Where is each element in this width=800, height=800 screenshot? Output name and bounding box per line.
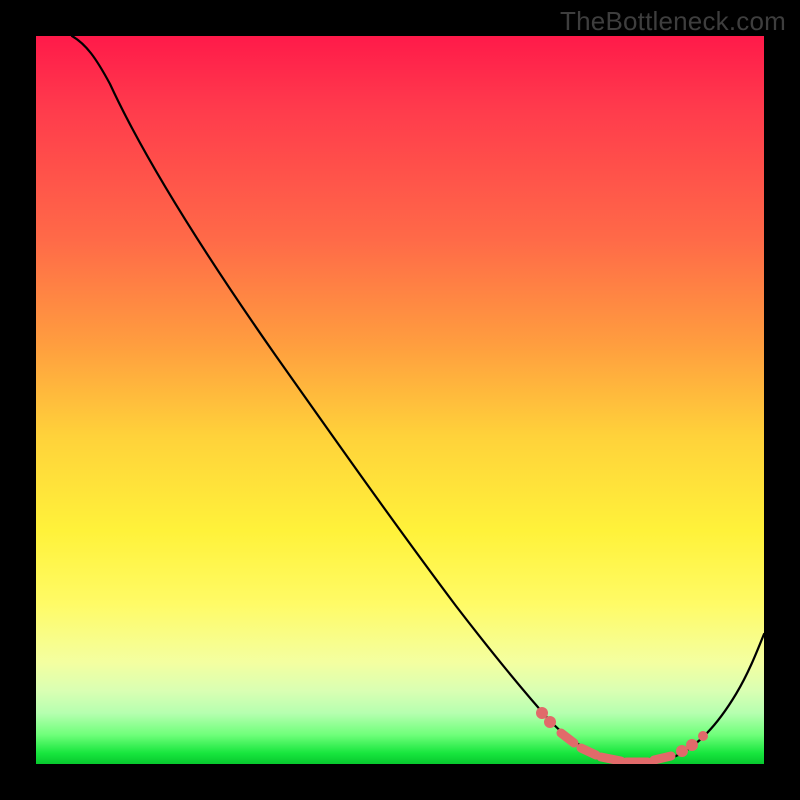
- marker-dot: [536, 707, 548, 719]
- marker-seg: [654, 756, 671, 760]
- marker-dot: [698, 731, 708, 741]
- marker-dot: [544, 716, 556, 728]
- chart-frame: TheBottleneck.com: [0, 0, 800, 800]
- watermark-text: TheBottleneck.com: [560, 6, 786, 37]
- optimal-markers: [536, 707, 708, 762]
- marker-seg: [601, 757, 621, 761]
- plot-area: [36, 36, 764, 764]
- marker-seg: [561, 733, 574, 743]
- bottleneck-curve: [72, 36, 764, 763]
- curve-layer: [36, 36, 764, 764]
- marker-dot: [686, 739, 698, 751]
- marker-dot: [676, 745, 688, 757]
- marker-seg: [581, 748, 596, 755]
